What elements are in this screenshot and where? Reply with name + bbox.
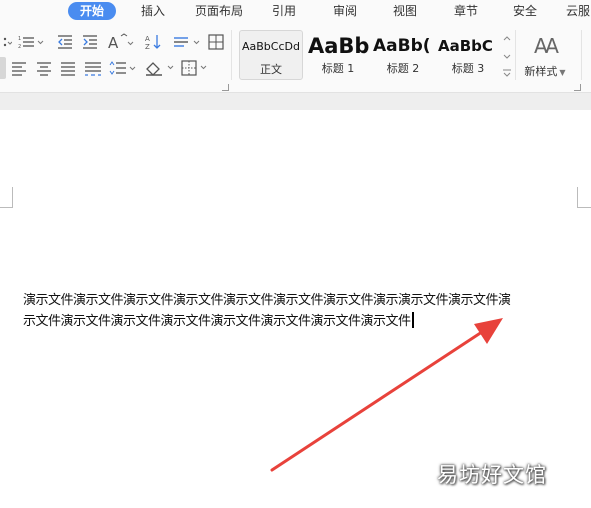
align-left-icon[interactable] bbox=[8, 57, 30, 79]
tab-chapter[interactable]: 章节 bbox=[454, 2, 478, 20]
styles-group-launcher-icon[interactable] bbox=[574, 84, 581, 91]
style-heading-1-label: 标题 1 bbox=[321, 62, 355, 75]
style-heading-2-label: 标题 2 bbox=[386, 62, 420, 75]
tab-review[interactable]: 审阅 bbox=[333, 2, 357, 20]
align-left-selected[interactable] bbox=[0, 57, 6, 79]
bullet-dropdown-icon[interactable] bbox=[0, 31, 14, 53]
new-style-label: 新样式 bbox=[524, 65, 558, 78]
svg-text:Z: Z bbox=[145, 43, 150, 51]
text-caret bbox=[411, 312, 414, 328]
ribbon-separator bbox=[515, 30, 516, 80]
svg-text:A: A bbox=[108, 34, 119, 51]
crop-mark-top-left bbox=[0, 187, 13, 208]
new-style-button[interactable]: AA 新样式 ▼ bbox=[520, 30, 570, 80]
svg-text:2: 2 bbox=[18, 44, 21, 50]
distributed-icon[interactable] bbox=[82, 57, 104, 79]
line-spacing-icon[interactable] bbox=[108, 57, 136, 79]
style-heading-2[interactable]: AaBb( 标题 2 bbox=[371, 30, 435, 80]
align-justify-icon[interactable] bbox=[57, 57, 79, 79]
style-heading-2-preview: AaBb( bbox=[373, 36, 431, 56]
style-gallery-scroll[interactable] bbox=[501, 31, 513, 79]
page-gap bbox=[0, 93, 591, 110]
sort-icon[interactable]: AZ bbox=[143, 31, 165, 53]
style-heading-1[interactable]: AaBb 标题 1 bbox=[306, 30, 370, 80]
document-text-line[interactable]: 示文件演示文件演示文件演示文件演示文件演示文件演示文件演示文件 bbox=[23, 312, 414, 332]
increase-indent-icon[interactable] bbox=[79, 31, 101, 53]
tab-page-layout[interactable]: 页面布局 bbox=[195, 2, 243, 20]
svg-text:1: 1 bbox=[18, 36, 21, 42]
paragraph-group-launcher-icon[interactable] bbox=[222, 84, 229, 91]
chevron-down-icon: ▼ bbox=[559, 68, 566, 77]
style-heading-3-preview: AaBbC bbox=[438, 37, 493, 55]
show-marks-icon[interactable] bbox=[205, 31, 227, 53]
document-text-line[interactable]: 演示文件演示文件演示文件演示文件演示文件演示文件演示文件演示演示文件演示文件演 bbox=[23, 291, 511, 311]
tab-references[interactable]: 引用 bbox=[272, 2, 296, 20]
tab-home[interactable]: 开始 bbox=[68, 2, 117, 20]
list-ordered-icon[interactable]: 12 bbox=[17, 31, 45, 53]
style-normal[interactable]: AaBbCcDd 正文 bbox=[239, 30, 303, 80]
svg-text:A: A bbox=[145, 35, 150, 43]
watermark: 易坊好文馆 bbox=[437, 463, 547, 487]
tab-view[interactable]: 视图 bbox=[393, 2, 417, 20]
ribbon-edge bbox=[581, 30, 582, 80]
style-normal-preview: AaBbCcDd bbox=[242, 40, 300, 53]
decrease-indent-icon[interactable] bbox=[54, 31, 76, 53]
chinese-layout-icon[interactable] bbox=[172, 31, 200, 53]
tab-cloud[interactable]: 云服 bbox=[566, 2, 590, 20]
style-heading-3-label: 标题 3 bbox=[451, 62, 485, 75]
menu-bar: 开始 插入 页面布局 引用 审阅 视图 章节 安全 云服 bbox=[0, 0, 591, 22]
style-normal-label: 正文 bbox=[260, 63, 282, 76]
text-style-icon[interactable]: A bbox=[106, 31, 134, 53]
new-style-icon: AA bbox=[534, 34, 559, 58]
style-heading-3[interactable]: AaBbC 标题 3 bbox=[436, 30, 500, 80]
tab-security[interactable]: 安全 bbox=[513, 2, 537, 20]
align-center-icon[interactable] bbox=[33, 57, 55, 79]
border-icon[interactable] bbox=[180, 57, 208, 79]
document-text-line-content[interactable]: 示文件演示文件演示文件演示文件演示文件演示文件演示文件演示文件 bbox=[23, 314, 411, 329]
style-heading-1-preview: AaBb bbox=[308, 34, 370, 58]
shading-icon[interactable] bbox=[144, 57, 174, 79]
tab-insert[interactable]: 插入 bbox=[141, 2, 165, 20]
ribbon-separator bbox=[231, 30, 232, 80]
crop-mark-top-right bbox=[577, 187, 591, 208]
